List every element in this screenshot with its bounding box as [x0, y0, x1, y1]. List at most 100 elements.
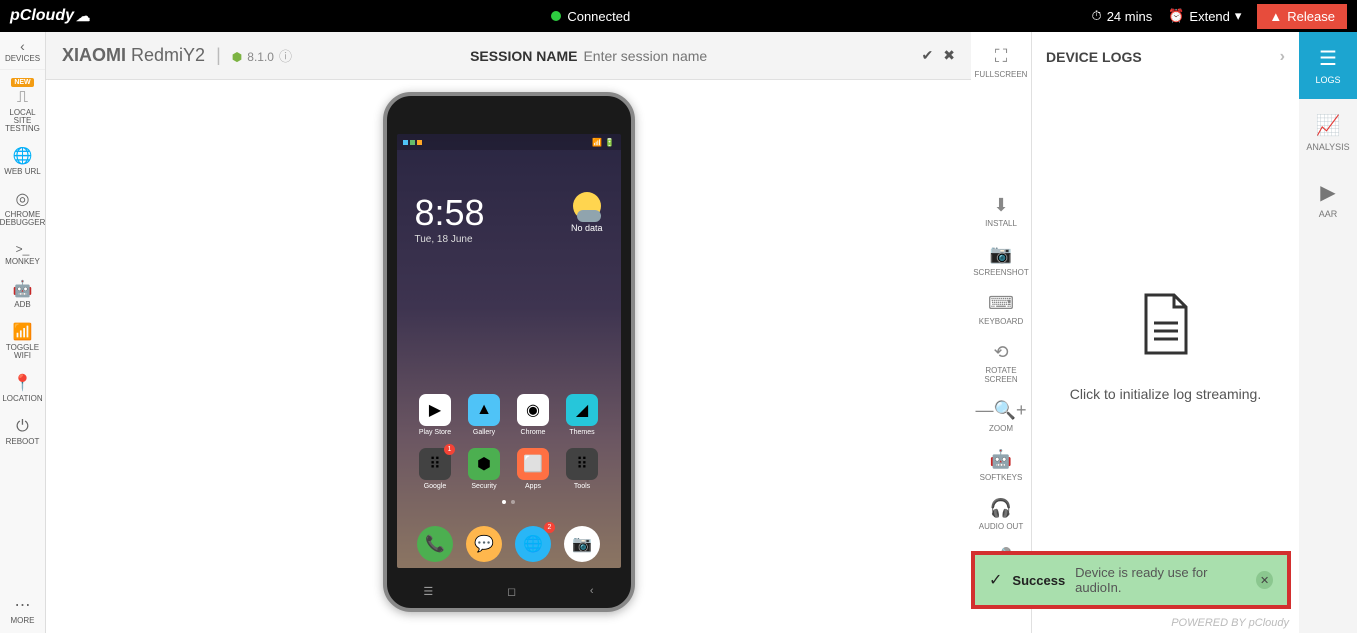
sidebar-monkey[interactable]: >_ MONKEY — [0, 235, 45, 274]
android-icon: 🤖 — [13, 282, 33, 298]
page-dots — [397, 500, 621, 504]
sidebar-item-label: WEB URL — [4, 168, 40, 176]
dock-app[interactable]: 🌐2 — [515, 526, 551, 562]
dock-app[interactable]: 💬 — [466, 526, 502, 562]
tool-label: ZOOM — [989, 424, 1013, 433]
app-label: Gallery — [473, 429, 495, 436]
session-name-input[interactable] — [583, 48, 743, 64]
app-icon: 📞 — [417, 526, 453, 562]
nav-back-icon[interactable]: ‹ — [590, 585, 594, 598]
stopwatch-icon: ⏱ — [1092, 8, 1102, 24]
app-chrome[interactable]: ◉ Chrome — [509, 394, 558, 436]
rotate-icon: ⟲ — [993, 342, 1008, 363]
device-screen[interactable]: 📶 🔋 8:58 Tue, 18 June No data ▶Play Stor… — [397, 134, 621, 568]
tool-label: SCREENSHOT — [973, 268, 1029, 277]
tool-label: INSTALL — [985, 219, 1017, 228]
chevron-left-icon: ‹ — [0, 38, 45, 54]
nav-recent-icon[interactable]: ☰ — [423, 585, 433, 598]
dock-app[interactable]: 📞 — [417, 526, 453, 562]
app-icon: ⬢ — [468, 448, 500, 480]
clock-icon: ⏰ — [1168, 8, 1184, 24]
tool-audio-out[interactable]: 🎧AUDIO OUT — [971, 490, 1031, 539]
dock-app[interactable]: 📷 — [564, 526, 600, 562]
release-button[interactable]: ▲ Release — [1257, 4, 1347, 29]
play-icon: ▶ — [1320, 180, 1335, 205]
tool-keyboard[interactable]: ⌨KEYBOARD — [971, 285, 1031, 334]
sidebar-web-url[interactable]: 🌐 WEB URL — [0, 141, 45, 184]
app-icon: ⬜ — [517, 448, 549, 480]
app-security[interactable]: ⬢Security — [460, 448, 509, 490]
wifi-icon: 📶 — [13, 325, 33, 341]
app-themes[interactable]: ◢Themes — [558, 394, 607, 436]
app-apps[interactable]: ⬜Apps — [509, 448, 558, 490]
chrome-icon: ◎ — [16, 192, 30, 208]
camera-icon: 📷 — [990, 244, 1012, 265]
power-icon: ⏻ — [16, 419, 29, 435]
devices-label: DEVICES — [0, 54, 45, 63]
app-gallery[interactable]: ▲Gallery — [460, 394, 509, 436]
new-badge: NEW — [11, 78, 33, 87]
sidebar-item-label: MONKEY — [5, 258, 40, 266]
app-google[interactable]: ⠿1Google — [411, 448, 460, 490]
zoom-icon: —🔍+ — [976, 400, 1027, 421]
app-play-store[interactable]: ▶Play Store — [411, 394, 460, 436]
devices-back[interactable]: ‹ DEVICES — [0, 32, 45, 70]
android-icon: 🤖 — [990, 449, 1012, 470]
dots-icon: ⋯ — [15, 598, 31, 614]
confirm-name-button[interactable]: ✔ — [922, 47, 934, 64]
app-label: Themes — [569, 429, 594, 436]
app-icon: ⠿ — [566, 448, 598, 480]
sidebar-item-label: CHROME DEBUGGER — [0, 211, 45, 227]
usb-icon: ⎍ — [17, 90, 28, 106]
download-icon: ⬇ — [993, 195, 1008, 216]
tab-logs[interactable]: ☰ LOGS — [1299, 32, 1357, 99]
sidebar-local-site-testing[interactable]: NEW ⎍ LOCAL SITE TESTING — [0, 70, 45, 141]
toast-close-button[interactable]: ✕ — [1256, 571, 1273, 589]
log-init-text[interactable]: Click to initialize log streaming. — [1070, 386, 1261, 402]
android-icon: ⬢ — [232, 50, 242, 64]
globe-icon: 🌐 — [13, 149, 33, 165]
tool-install[interactable]: ⬇ INSTALL — [971, 187, 1031, 236]
sidebar-item-label: MORE — [11, 617, 35, 625]
tab-label: ANALYSIS — [1306, 142, 1349, 152]
sidebar-adb[interactable]: 🤖 ADB — [0, 274, 45, 317]
cancel-name-button[interactable]: ✖ — [943, 47, 955, 64]
toast-title: Success — [1012, 573, 1065, 588]
tool-label: AUDIO OUT — [979, 522, 1023, 531]
info-icon[interactable]: ⓘ — [279, 49, 292, 64]
extend-button[interactable]: ⏰ Extend ▾ — [1168, 8, 1241, 24]
tool-label: KEYBOARD — [979, 317, 1023, 326]
tool-screenshot[interactable]: 📷 SCREENSHOT — [971, 236, 1031, 285]
sidebar-chrome-debugger[interactable]: ◎ CHROME DEBUGGER — [0, 184, 45, 235]
eject-icon: ▲ — [1269, 9, 1282, 24]
app-icon: ▶ — [419, 394, 451, 426]
phone-clock-date: Tue, 18 June — [415, 234, 621, 245]
list-icon: ☰ — [1319, 46, 1337, 71]
app-label: Chrome — [521, 429, 546, 436]
tool-label: FULLSCREEN — [975, 70, 1028, 79]
sidebar-item-label: LOCATION — [2, 395, 42, 403]
tab-label: AAR — [1319, 209, 1338, 219]
tool-fullscreen[interactable]: ⛶ FULLSCREEN — [971, 38, 1031, 87]
sidebar-item-label: REBOOT — [6, 438, 40, 446]
tab-analysis[interactable]: 📈ANALYSIS — [1299, 99, 1357, 166]
device-logs-header[interactable]: DEVICE LOGS › — [1032, 32, 1299, 82]
status-notifications-icon — [403, 140, 422, 145]
nav-home-icon[interactable]: ◻ — [507, 585, 516, 598]
app-tools[interactable]: ⠿ Tools — [558, 448, 607, 490]
tab-label: LOGS — [1315, 75, 1340, 85]
file-icon — [1138, 293, 1194, 368]
app-label: Tools — [574, 483, 590, 490]
tab-aar[interactable]: ▶ AAR — [1299, 166, 1357, 233]
fullscreen-icon: ⛶ — [995, 46, 1008, 67]
sidebar-reboot[interactable]: ⏻ REBOOT — [0, 411, 45, 454]
sidebar-more[interactable]: ⋯ MORE — [0, 590, 45, 633]
tool-softkeys[interactable]: 🤖SOFTKEYS — [971, 441, 1031, 490]
tool-rotate-screen[interactable]: ⟲ROTATE SCREEN — [971, 334, 1031, 392]
app-icon: ◉ — [517, 394, 549, 426]
app-icon: 💬 — [466, 526, 502, 562]
phone-nav-bar: ☰ ◻ ‹ — [387, 585, 631, 598]
sidebar-toggle-wifi[interactable]: 📶 TOGGLE WIFI — [0, 317, 45, 368]
tool-zoom[interactable]: —🔍+ ZOOM — [971, 392, 1031, 441]
sidebar-location[interactable]: 📍 LOCATION — [0, 368, 45, 411]
